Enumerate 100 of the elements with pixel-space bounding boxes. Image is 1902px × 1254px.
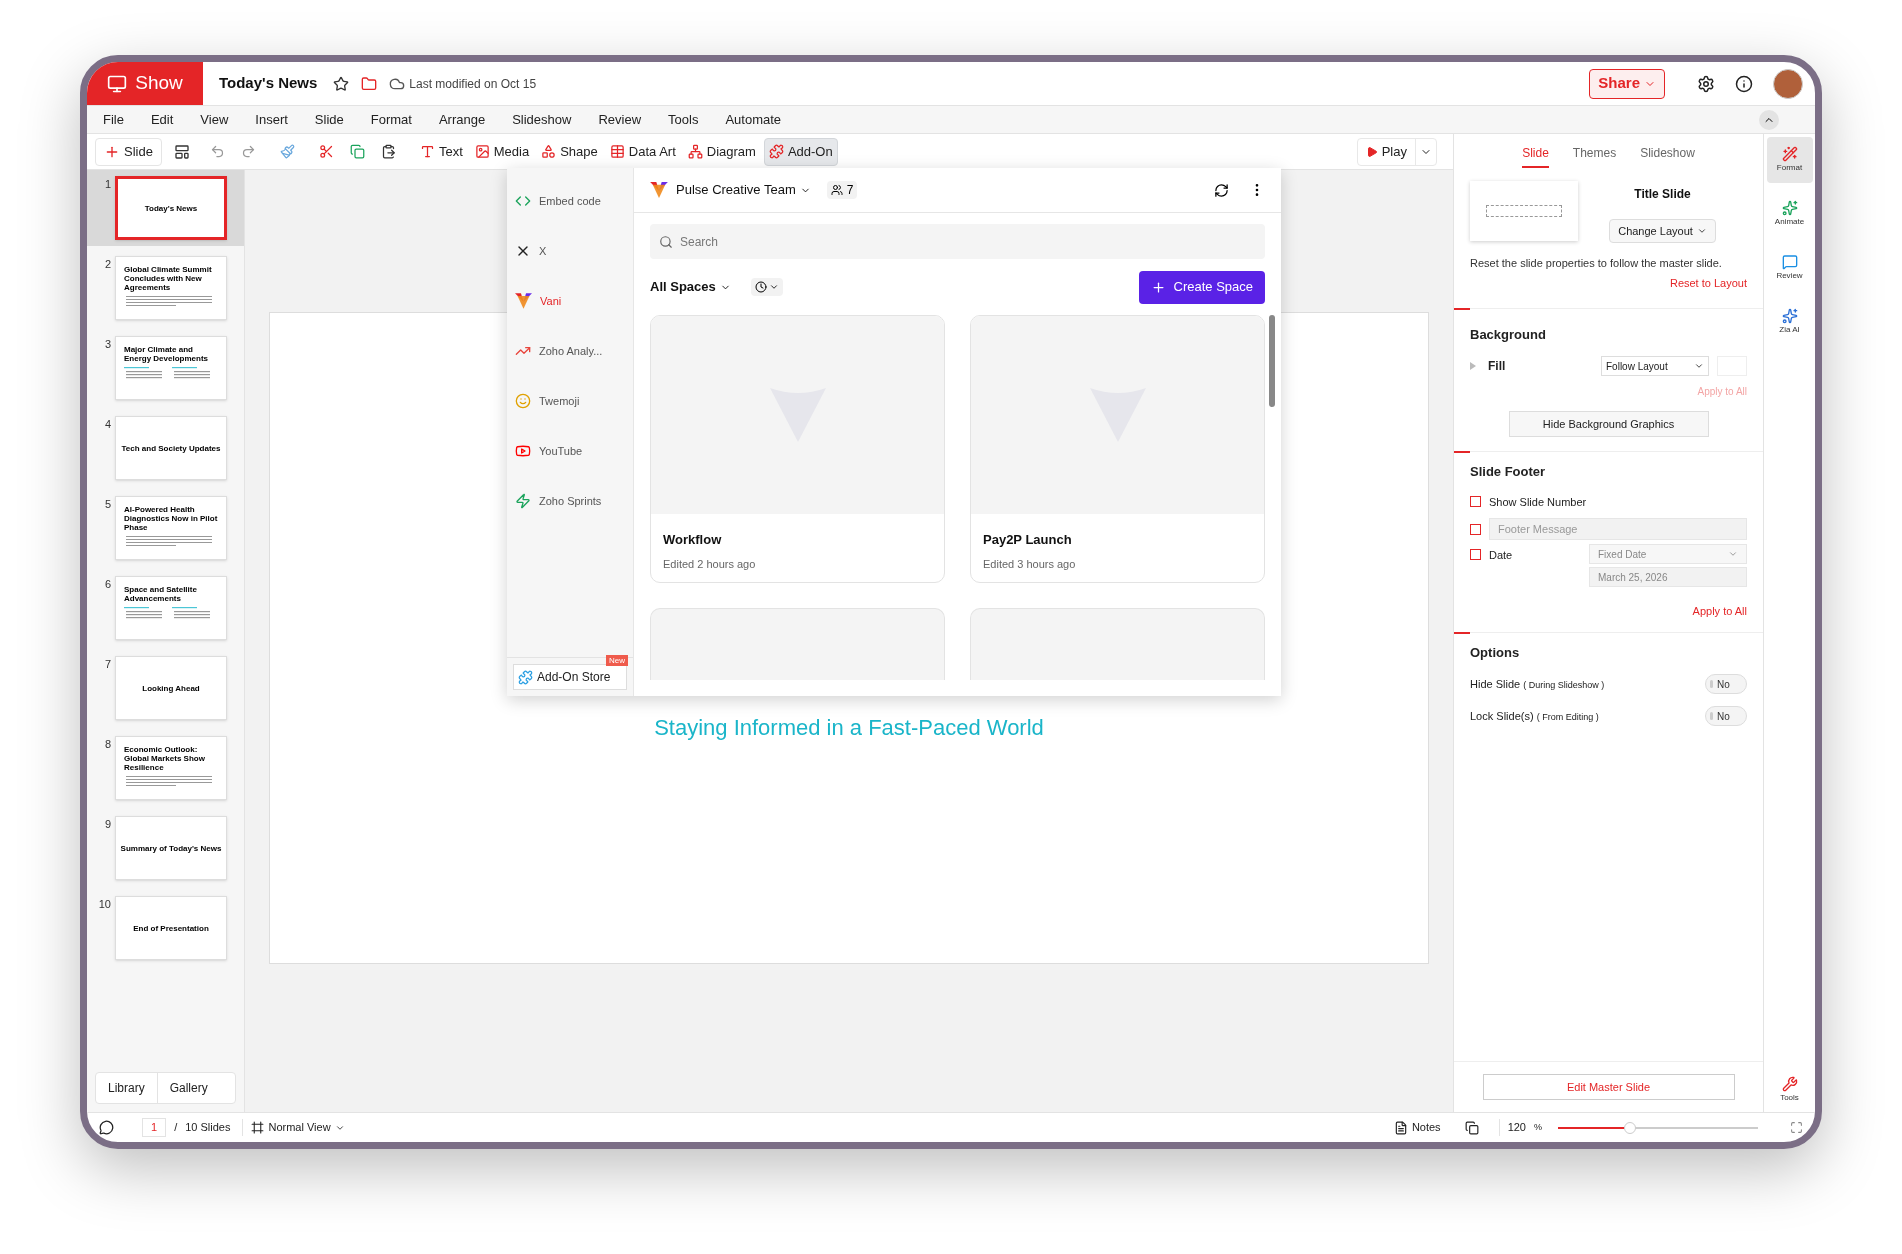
menu-item[interactable]: Insert — [255, 109, 288, 130]
comment-icon[interactable] — [99, 1120, 114, 1135]
slide-thumbnail-item[interactable]: 9 Summary of Today's News — [87, 810, 244, 886]
menu-item[interactable]: File — [103, 109, 124, 130]
zoom-slider[interactable] — [1558, 1121, 1758, 1134]
menu-item[interactable]: Arrange — [438, 109, 486, 130]
toolbar-button[interactable]: Add-On — [763, 137, 838, 166]
add-on-item[interactable]: Zoho Analy... — [507, 326, 633, 376]
add-on-item[interactable]: Embed code — [507, 176, 633, 226]
slide-thumbnail-title: Tech and Society Updates — [120, 443, 222, 453]
menu-item[interactable]: View — [200, 109, 229, 130]
fullscreen-icon[interactable] — [1790, 1121, 1803, 1134]
menu-item[interactable]: Slideshow — [512, 109, 572, 130]
play-icon — [1365, 145, 1378, 158]
avatar[interactable] — [1773, 68, 1803, 99]
menu-item[interactable]: Review — [598, 109, 642, 130]
toggle-switch[interactable]: No — [1705, 674, 1747, 694]
new-slide-button[interactable]: Slide — [95, 137, 162, 166]
cut-icon[interactable] — [318, 144, 334, 159]
toolbar-button[interactable]: Data Art — [605, 137, 680, 166]
copy-icon[interactable] — [349, 144, 365, 159]
toolbar-button[interactable]: Text — [415, 137, 467, 166]
panel-tab[interactable]: Slide — [1522, 144, 1549, 168]
menu-item[interactable]: Format — [370, 109, 412, 130]
panel-tab[interactable]: Themes — [1572, 144, 1617, 168]
paste-icon[interactable] — [380, 144, 396, 159]
slide-thumbnail-item[interactable]: 8 Economic Outlook: Global Markets Show Resilience — [87, 730, 244, 806]
checkbox[interactable] — [1470, 549, 1481, 560]
view-mode-dropdown[interactable]: Normal View — [242, 1119, 345, 1136]
add-on-item[interactable]: YouTube — [507, 426, 633, 476]
toolbar-button[interactable]: Media — [470, 137, 534, 166]
space-card[interactable]: Pay2P Launch Edited 3 hours ago — [970, 315, 1265, 583]
checkbox[interactable] — [1470, 523, 1481, 535]
settings-icon[interactable] — [1697, 74, 1715, 93]
slide-thumbnail-item[interactable]: 10 End of Presentation — [87, 890, 244, 966]
side-rail-button[interactable]: Animate — [1766, 191, 1813, 237]
library-tab[interactable]: Gallery — [156, 1073, 220, 1103]
side-rail-button[interactable]: Tools — [1780, 1076, 1799, 1104]
hide-background-graphics-button[interactable]: Hide Background Graphics — [1508, 411, 1709, 437]
undo-icon[interactable] — [209, 144, 225, 159]
side-rail-button[interactable]: Review — [1766, 245, 1813, 291]
spaces-filter[interactable]: All Spaces — [650, 277, 731, 297]
info-icon[interactable] — [1735, 74, 1753, 93]
add-on-store-button[interactable]: Add-On Store — [513, 664, 627, 690]
add-on-item[interactable]: Zoho Sprints — [507, 476, 633, 526]
play-button[interactable]: Play — [1356, 137, 1437, 166]
zoom-field[interactable]: 120 % — [1498, 1119, 1542, 1136]
format-painter-icon[interactable] — [279, 144, 295, 159]
scrollbar[interactable] — [1269, 315, 1275, 407]
slide-thumbnail-item[interactable]: 5 AI-Powered Health Diagnostics Now in Pilot Phase — [87, 490, 244, 566]
notes-button[interactable]: Notes — [1393, 1119, 1441, 1136]
slide-thumbnail-title: AI-Powered Health Diagnostics Now in Pilot Phase — [124, 505, 218, 532]
library-tab[interactable]: Library — [96, 1073, 157, 1103]
toggle-switch[interactable]: No — [1705, 706, 1747, 726]
layout-icon[interactable] — [173, 143, 190, 160]
menu-item[interactable]: Tools — [668, 109, 699, 130]
slide-thumbnail-item[interactable]: 1 Today's News — [87, 170, 244, 246]
toolbar-button[interactable]: Shape — [537, 137, 602, 166]
menu-item[interactable]: Automate — [725, 109, 782, 130]
menu-item[interactable]: Slide — [314, 109, 344, 130]
apply-to-all-link[interactable]: Apply to All — [1454, 603, 1763, 620]
slide-thumbnail-item[interactable]: 2 Global Climate Summit Concludes with New Agreements — [87, 250, 244, 326]
panel-tab[interactable]: Slideshow — [1640, 144, 1695, 168]
slide-thumbnail-item[interactable]: 6 Space and Satellite Advancements — [87, 570, 244, 646]
slide-thumbnail-item[interactable]: 7 Looking Ahead — [87, 650, 244, 726]
sort-button[interactable] — [750, 278, 783, 296]
slide-thumbnail-item[interactable]: 4 Tech and Society Updates — [87, 410, 244, 486]
add-on-item[interactable]: Vani — [507, 276, 633, 326]
slide-number: 1 — [103, 177, 111, 192]
slide-thumbnail-title: Summary of Today's News — [119, 843, 223, 853]
slide-thumbnail-title: Space and Satellite Advancements — [124, 585, 198, 603]
collapse-button[interactable] — [1759, 109, 1779, 130]
wrench-icon — [1781, 1076, 1798, 1092]
add-on-item[interactable]: X — [507, 226, 633, 276]
change-layout-button[interactable]: Change Layout — [1609, 219, 1716, 243]
create-space-button[interactable]: Create Space — [1138, 270, 1265, 304]
side-rail-button[interactable]: Zia AI — [1766, 299, 1813, 345]
share-button[interactable]: Share — [1589, 68, 1665, 99]
team-selector[interactable]: Pulse Creative Team — [676, 180, 811, 200]
side-rail-button[interactable]: Format — [1766, 137, 1813, 183]
fill-dropdown[interactable]: Follow Layout — [1601, 356, 1709, 376]
star-icon[interactable] — [333, 75, 350, 92]
app-logo[interactable]: Show — [87, 62, 203, 105]
checkbox[interactable] — [1470, 496, 1481, 508]
toolbar-button[interactable]: Diagram — [683, 137, 760, 166]
current-slide-field[interactable]: 1 — [142, 1118, 167, 1137]
presentation-icon — [107, 73, 128, 94]
edit-master-slide-button[interactable]: Edit Master Slide — [1482, 1074, 1735, 1100]
redo-icon[interactable] — [240, 144, 256, 159]
add-on-item[interactable]: Twemoji — [507, 376, 633, 426]
refresh-icon[interactable] — [1214, 182, 1229, 198]
folder-icon[interactable] — [361, 75, 378, 92]
search-field[interactable]: Search — [650, 224, 1265, 259]
member-count[interactable]: 7 — [826, 181, 858, 199]
space-card[interactable]: Workflow Edited 2 hours ago — [650, 315, 945, 583]
slide-thumbnail-item[interactable]: 3 Major Climate and Energy Developments — [87, 330, 244, 406]
zoom-slider-thumb[interactable] — [1624, 1121, 1636, 1134]
reset-to-layout-link[interactable]: Reset to Layout — [1454, 275, 1763, 292]
date-type-dropdown[interactable]: Fixed Date — [1589, 544, 1747, 564]
menu-item[interactable]: Edit — [150, 109, 174, 130]
